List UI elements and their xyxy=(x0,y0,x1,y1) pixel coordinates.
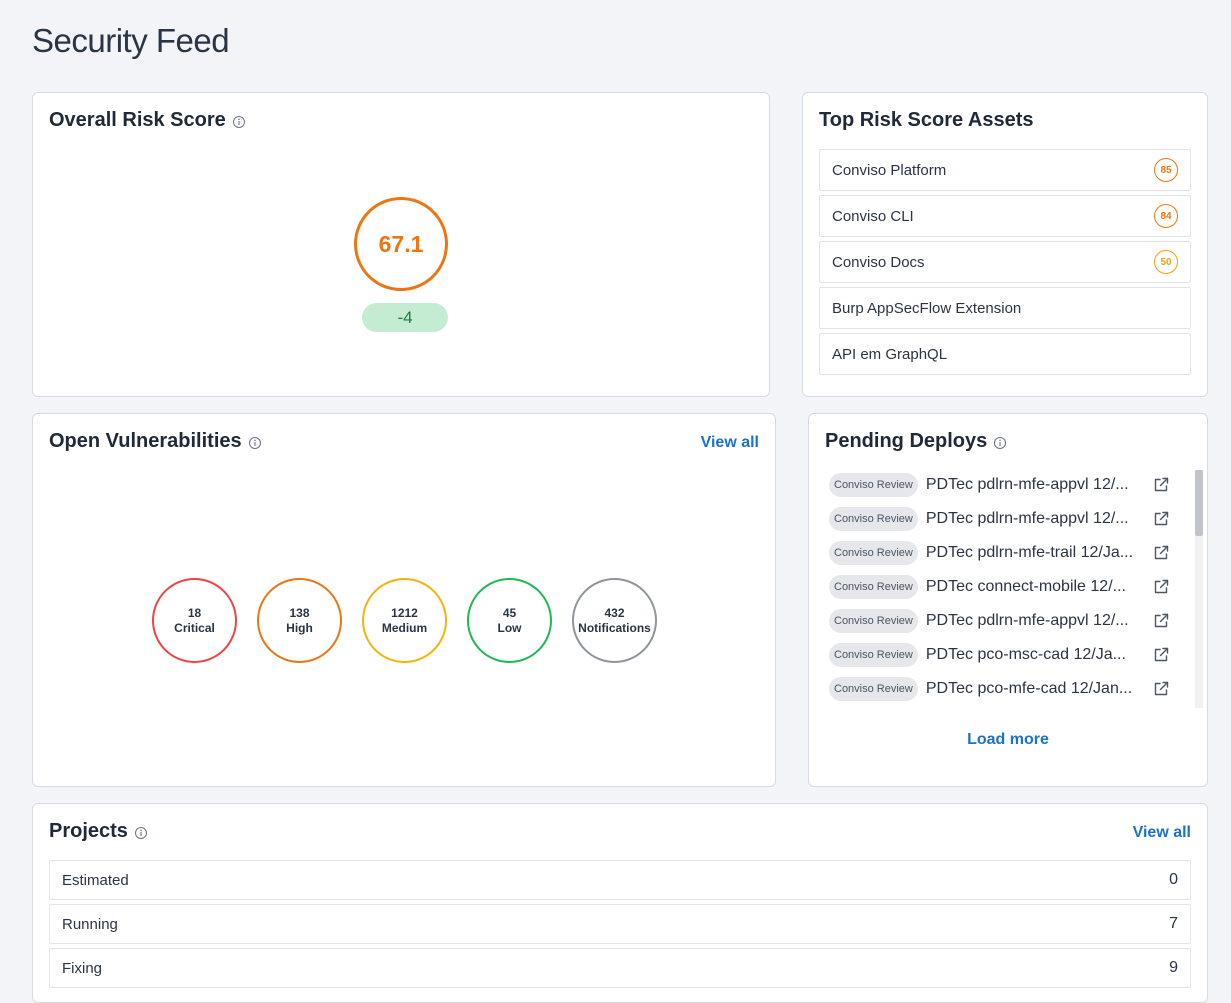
open-vulnerabilities-card: Open Vulnerabilities View all 18 Critical… xyxy=(32,413,776,787)
deploy-name: PDTec pdlrn-mfe-trail 12/Ja... xyxy=(925,544,1134,561)
asset-name: Burp AppSecFlow Extension xyxy=(832,299,1022,317)
asset-name: Conviso Docs xyxy=(832,253,925,271)
risk-score-delta-value: -4 xyxy=(397,307,413,327)
deploy-tag-badge: Conviso Review xyxy=(829,609,918,633)
severity-label: Low xyxy=(497,620,522,635)
risk-card-header: Overall Risk Score xyxy=(49,109,246,132)
deploy-tag-badge: Conviso Review xyxy=(829,507,918,531)
info-icon[interactable] xyxy=(134,826,148,840)
project-status-label: Fixing xyxy=(62,959,103,977)
deploy-tag-badge: Conviso Review xyxy=(829,575,918,599)
pending-deploys-card: Pending Deploys Conviso Review PDTec pdlr… xyxy=(808,413,1208,787)
scrollbar-thumb[interactable] xyxy=(1195,470,1203,536)
risk-score-value: 67.1 xyxy=(378,230,424,257)
projects-card-title: Projects xyxy=(49,820,128,842)
severity-label: Medium xyxy=(381,620,428,635)
projects-view-all-link[interactable]: View all xyxy=(1133,824,1191,842)
asset-name: API em GraphQL xyxy=(832,345,948,363)
deploy-tag-badge: Conviso Review xyxy=(829,677,918,701)
page-title: Security Feed xyxy=(32,22,230,59)
deploy-name: PDTec pco-msc-cad 12/Ja... xyxy=(925,646,1126,663)
asset-row[interactable]: Conviso CLI 84 xyxy=(819,195,1191,237)
asset-row[interactable]: Burp AppSecFlow Extension xyxy=(819,287,1191,329)
deploy-row: Conviso Review PDTec connect-mobile 12/..… xyxy=(829,570,1179,604)
project-status-label: Running xyxy=(62,915,118,933)
asset-row[interactable]: Conviso Platform 85 xyxy=(819,149,1191,191)
deploy-name: PDTec connect-mobile 12/... xyxy=(925,578,1126,595)
deploys-card-header: Pending Deploys xyxy=(825,430,1007,453)
deploy-tag-badge: Conviso Review xyxy=(829,643,918,667)
deploy-name: PDTec pco-mfe-cad 12/Jan... xyxy=(925,680,1133,697)
severity-label: Notifications xyxy=(578,620,651,635)
risk-score-circle: 67.1 xyxy=(354,197,448,291)
project-status-list: Estimated 0 Running 7 Fixing 9 xyxy=(49,860,1191,992)
projects-card: Projects View all Estimated 0 Running 7 Fixi… xyxy=(32,803,1208,1003)
asset-list: Conviso Platform 85 Conviso CLI 84 Conviso D… xyxy=(819,149,1191,379)
severity-label: Critical xyxy=(174,620,215,635)
vulns-view-all-link[interactable]: View all xyxy=(701,434,759,452)
severity-count: 18 xyxy=(187,605,202,620)
info-icon[interactable] xyxy=(993,436,1007,450)
risk-card-title: Overall Risk Score xyxy=(49,109,226,131)
overall-risk-score-card: Overall Risk Score 67.1 -4 xyxy=(32,92,770,397)
project-status-count: 0 xyxy=(1169,871,1178,888)
severity-count: 432 xyxy=(604,605,625,620)
vulns-card-title: Open Vulnerabilities xyxy=(49,430,242,452)
project-status-row[interactable]: Estimated 0 xyxy=(49,860,1191,900)
external-link-icon[interactable] xyxy=(1152,680,1170,698)
deploy-list-scrollbar[interactable] xyxy=(1195,470,1203,708)
severity-circle-critical[interactable]: 18 Critical xyxy=(152,578,237,663)
severity-summary: 18 Critical 138 High 1212 Medium 45 Low 432 Notif… xyxy=(152,578,657,663)
top-risk-assets-card: Top Risk Score Assets Conviso Platform 85… xyxy=(802,92,1208,397)
external-link-icon[interactable] xyxy=(1152,476,1170,494)
project-status-row[interactable]: Running 7 xyxy=(49,904,1191,944)
info-icon[interactable] xyxy=(232,115,246,129)
external-link-icon[interactable] xyxy=(1152,578,1170,596)
severity-circle-notifications[interactable]: 432 Notifications xyxy=(572,578,657,663)
deploy-name: PDTec pdlrn-mfe-appvl 12/... xyxy=(925,510,1129,527)
deploy-name: PDTec pdlrn-mfe-appvl 12/... xyxy=(925,476,1129,493)
vulns-card-header: Open Vulnerabilities xyxy=(49,430,262,453)
deploy-tag-badge: Conviso Review xyxy=(829,473,918,497)
asset-row[interactable]: API em GraphQL xyxy=(819,333,1191,375)
assets-card-title: Top Risk Score Assets xyxy=(819,109,1034,131)
severity-circle-medium[interactable]: 1212 Medium xyxy=(362,578,447,663)
external-link-icon[interactable] xyxy=(1152,612,1170,630)
asset-row[interactable]: Conviso Docs 50 xyxy=(819,241,1191,283)
deploy-row: Conviso Review PDTec pdlrn-mfe-trail 12/J… xyxy=(829,536,1179,570)
asset-risk-score-badge: 85 xyxy=(1154,158,1178,182)
severity-count: 45 xyxy=(502,605,517,620)
severity-label: High xyxy=(286,620,313,635)
deploy-row: Conviso Review PDTec pco-mfe-cad 12/Jan..… xyxy=(829,672,1179,706)
external-link-icon[interactable] xyxy=(1152,510,1170,528)
risk-score-delta-badge: -4 xyxy=(362,303,448,332)
project-status-row[interactable]: Fixing 9 xyxy=(49,948,1191,988)
severity-circle-high[interactable]: 138 High xyxy=(257,578,342,663)
deploy-row: Conviso Review PDTec pdlrn-mfe-appvl 12/.… xyxy=(829,502,1179,536)
external-link-icon[interactable] xyxy=(1152,544,1170,562)
project-status-count: 9 xyxy=(1169,959,1178,976)
severity-count: 138 xyxy=(289,605,310,620)
asset-name: Conviso CLI xyxy=(832,207,914,225)
info-icon[interactable] xyxy=(248,436,262,450)
severity-count: 1212 xyxy=(391,605,418,620)
deploy-name: PDTec pdlrn-mfe-appvl 12/... xyxy=(925,612,1129,629)
asset-name: Conviso Platform xyxy=(832,161,947,179)
load-more-button[interactable]: Load more xyxy=(809,731,1207,749)
severity-circle-low[interactable]: 45 Low xyxy=(467,578,552,663)
deploys-card-title: Pending Deploys xyxy=(825,430,988,452)
project-status-label: Estimated xyxy=(62,871,129,889)
projects-card-header: Projects xyxy=(49,820,148,843)
deploy-list: Conviso Review PDTec pdlrn-mfe-appvl 12/.… xyxy=(829,468,1179,706)
deploy-row: Conviso Review PDTec pdlrn-mfe-appvl 12/.… xyxy=(829,604,1179,638)
project-status-count: 7 xyxy=(1169,915,1178,932)
deploy-row: Conviso Review PDTec pco-msc-cad 12/Ja... xyxy=(829,638,1179,672)
asset-risk-score-badge: 50 xyxy=(1154,250,1178,274)
deploy-tag-badge: Conviso Review xyxy=(829,541,918,565)
external-link-icon[interactable] xyxy=(1152,646,1170,664)
asset-risk-score-badge: 84 xyxy=(1154,204,1178,228)
deploy-row: Conviso Review PDTec pdlrn-mfe-appvl 12/.… xyxy=(829,468,1179,502)
